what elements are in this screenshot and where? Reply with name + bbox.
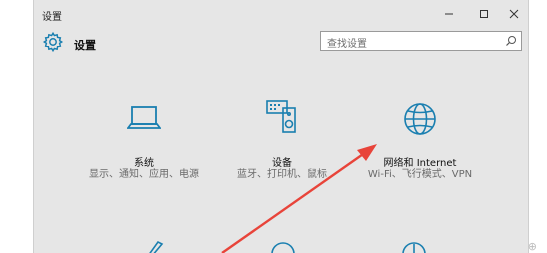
circle-icon <box>271 242 295 253</box>
close-icon <box>509 9 519 19</box>
tile-network-name: 网络和 Internet <box>383 158 457 169</box>
laptop-icon <box>127 106 161 129</box>
tile-system-name: 系统 <box>134 158 154 169</box>
maximize-icon <box>480 10 488 18</box>
search-input[interactable]: 查找设置 <box>320 31 522 51</box>
title-bar: 设置 <box>34 0 528 28</box>
gear-icon <box>42 31 64 53</box>
header: 设置 查找设置 <box>34 28 528 62</box>
page-title: 设置 <box>74 39 96 52</box>
minimize-button[interactable] <box>435 4 463 24</box>
clock-icon <box>402 242 426 253</box>
search-placeholder: 查找设置 <box>327 39 367 50</box>
pen-icon <box>149 240 164 253</box>
watermark-icon: ⊕ <box>527 240 537 253</box>
tile-system-description: 显示、通知、应用、电源 <box>89 169 199 180</box>
window-title: 设置 <box>42 12 62 23</box>
tile-network[interactable]: 网络和 Internet Wi-Fi、飞行模式、VPN <box>355 88 485 188</box>
settings-window: 设置 设置 查找设置 系统 显示、通知、应用、电源 设备 蓝牙、打印机、鼠标 网… <box>33 0 529 253</box>
search-icon <box>506 36 516 46</box>
maximize-button[interactable] <box>470 4 498 24</box>
close-button[interactable] <box>500 4 528 24</box>
globe-icon <box>404 103 436 135</box>
tile-devices-name: 设备 <box>272 158 292 169</box>
devices-icon <box>266 100 296 133</box>
tile-devices[interactable]: 设备 蓝牙、打印机、鼠标 <box>217 88 347 188</box>
minimize-icon <box>445 13 453 15</box>
tile-devices-description: 蓝牙、打印机、鼠标 <box>237 169 327 180</box>
tile-system[interactable]: 系统 显示、通知、应用、电源 <box>79 88 209 188</box>
tile-network-description: Wi-Fi、飞行模式、VPN <box>367 169 473 180</box>
